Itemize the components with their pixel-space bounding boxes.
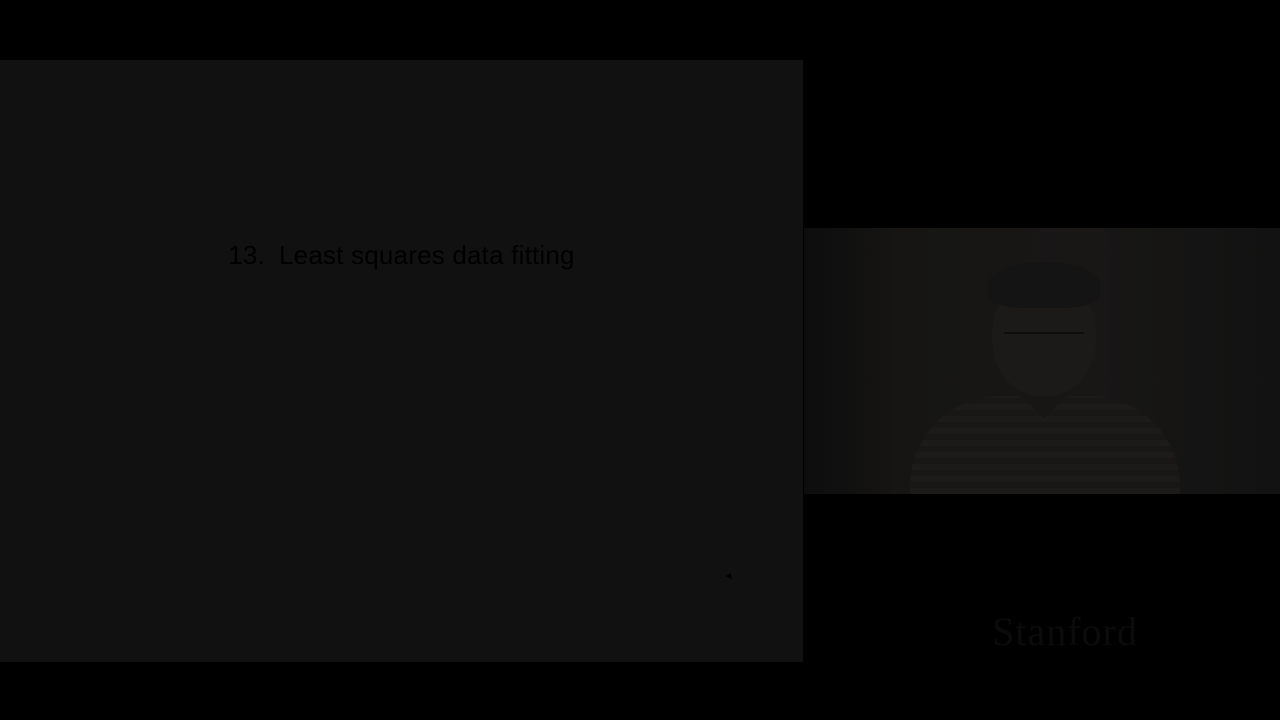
speaker-video-icon	[890, 248, 1200, 494]
slide-title-number: 13.	[228, 240, 265, 270]
lecture-player: 13. Least squares data fitting Stanford	[0, 0, 1280, 720]
pointer-cursor-icon	[725, 572, 735, 582]
slide-panel: 13. Least squares data fitting	[0, 60, 803, 662]
slide-title-text: Least squares data fitting	[279, 240, 575, 270]
speaker-hair	[988, 262, 1100, 308]
slide-title: 13. Least squares data fitting	[0, 240, 803, 271]
speaker-video	[804, 228, 1280, 494]
stanford-logo: Stanford	[992, 609, 1138, 654]
speaker-glasses	[1004, 332, 1084, 346]
